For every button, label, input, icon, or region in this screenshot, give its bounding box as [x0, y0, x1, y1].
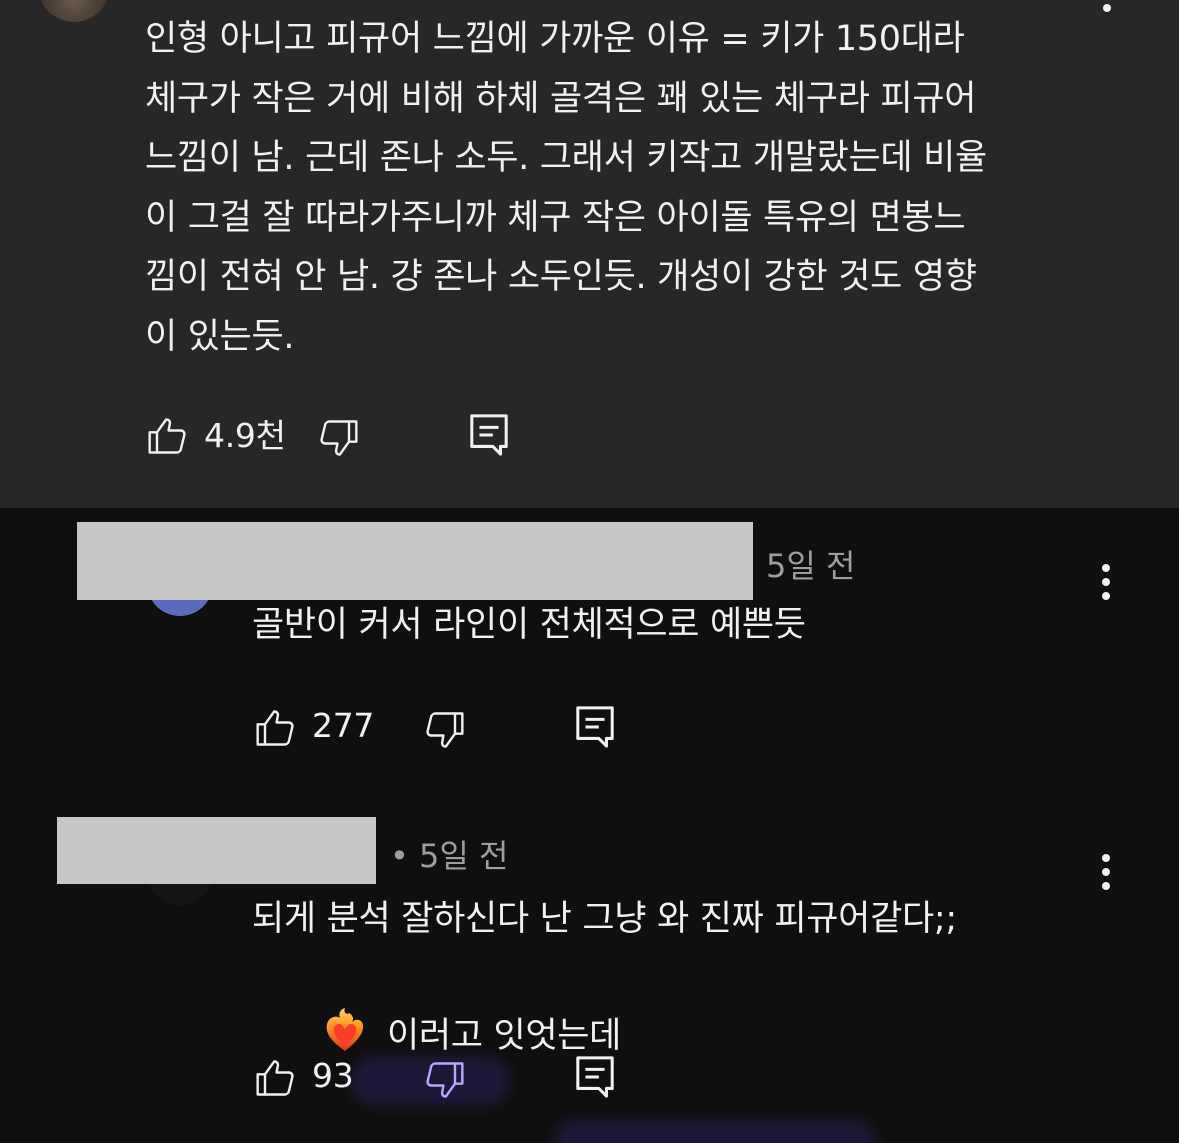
like-button[interactable] — [254, 1056, 298, 1100]
highlighted-comment: 인형 아니고 피규어 느낌에 가까운 이유 = 키가 150대라 체구가 작은 … — [0, 0, 1179, 508]
comment-timestamp: 5일 전 — [766, 547, 856, 585]
avatar[interactable] — [38, 0, 110, 22]
dislike-button[interactable] — [422, 1058, 466, 1102]
more-options-button[interactable] — [1099, 850, 1113, 890]
like-button[interactable] — [146, 414, 190, 458]
reply-comment: • 5일 전 되게 분석 잘하신다 난 그냥 와 진짜 피규어같다;; 이러고 … — [0, 798, 1179, 1143]
comment-reply-icon — [470, 414, 508, 456]
more-vert-icon — [1102, 854, 1110, 862]
reply-button[interactable] — [574, 1054, 616, 1100]
comment-body: 인형 아니고 피규어 느낌에 가까운 이유 = 키가 150대라 체구가 작은 … — [145, 19, 987, 357]
thumbs-down-icon — [320, 420, 358, 456]
comment-body-line-2-text: 이러고 잇엇는데 — [386, 1016, 622, 1056]
comment-body-line-1: 되게 분석 잘하신다 난 그냥 와 진짜 피규어같다;; — [252, 899, 957, 939]
like-count: 93 — [312, 1056, 354, 1095]
like-count: 277 — [312, 706, 375, 745]
like-button[interactable] — [254, 706, 298, 750]
thumbs-up-icon — [256, 710, 294, 746]
comment-body: 골반이 커서 라인이 전체적으로 예쁜듯 — [252, 605, 806, 645]
comment-reply-icon — [576, 1056, 614, 1098]
thumbs-down-icon — [426, 712, 464, 748]
redacted-username — [57, 817, 376, 884]
more-options-button[interactable] — [1099, 560, 1113, 600]
reply-comment: 5일 전 골반이 커서 라인이 전체적으로 예쁜듯 277 — [0, 508, 1179, 798]
more-vert-icon — [1102, 564, 1110, 572]
like-count: 4.9천 — [204, 416, 286, 455]
thumbs-up-icon — [148, 418, 186, 454]
comments-page: 인형 아니고 피규어 느낌에 가까운 이유 = 키가 150대라 체구가 작은 … — [0, 0, 1179, 1143]
reply-button[interactable] — [574, 704, 616, 750]
dislike-button[interactable] — [316, 416, 360, 460]
comment-reply-icon — [576, 706, 614, 748]
reply-button[interactable] — [468, 412, 510, 458]
dislike-button[interactable] — [422, 708, 466, 752]
heart-on-fire-emoji — [326, 1008, 364, 1051]
background-glow — [555, 1120, 875, 1143]
thumbs-down-icon — [426, 1062, 464, 1098]
comment-timestamp: • 5일 전 — [390, 837, 509, 875]
thumbs-up-icon — [256, 1060, 294, 1096]
redacted-username — [77, 522, 753, 600]
